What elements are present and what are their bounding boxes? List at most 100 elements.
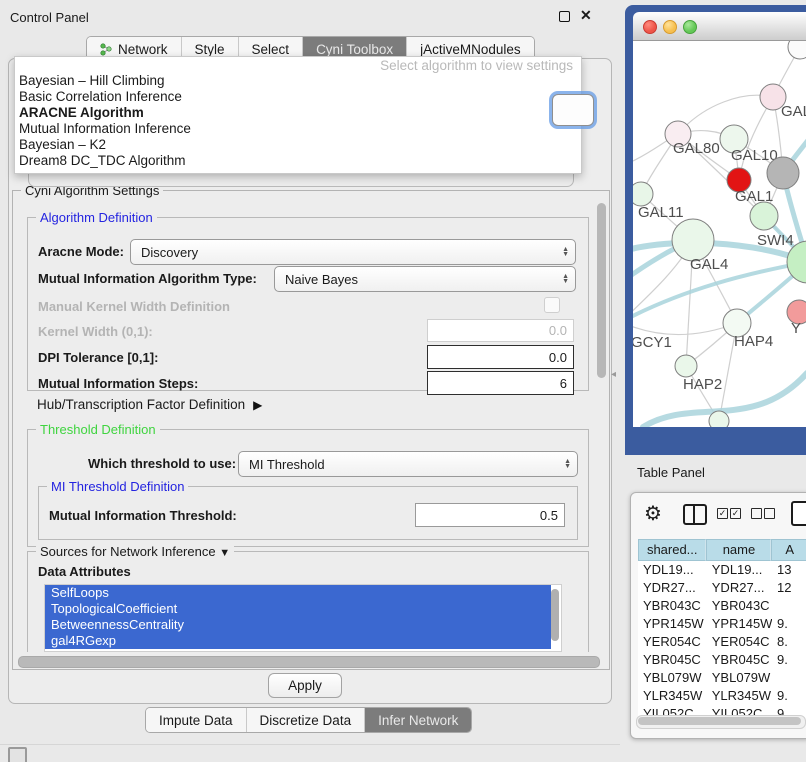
table-column-header[interactable]: shared... (638, 539, 706, 561)
float-panel-icon[interactable] (559, 11, 570, 22)
network-node[interactable] (750, 202, 778, 230)
table-cell (772, 669, 806, 687)
data-attribute-item[interactable]: BetweennessCentrality (45, 617, 551, 633)
mi-steps-input[interactable]: 6 (427, 371, 574, 395)
algorithm-dropdown: Select algorithm to view settings Bayesi… (14, 56, 582, 174)
network-node-label: HAP2 (683, 376, 722, 393)
select-all-checkbox-icon[interactable]: ✓ (717, 508, 728, 519)
data-attribute-item[interactable]: gal4RGexp (45, 633, 551, 649)
algorithm-option[interactable]: Dream8 DC_TDC Algorithm (19, 153, 191, 169)
expand-arrow-icon[interactable]: ▶ (253, 398, 262, 412)
deselect-all-checkbox-icon[interactable] (751, 508, 762, 519)
aracne-mode-label: Aracne Mode: (38, 244, 124, 259)
table-cell: YER054C (707, 633, 772, 651)
mi-type-combo[interactable]: Naive Bayes ▲▼ (274, 266, 576, 292)
hub-section-row[interactable]: Hub/Transcription Factor Definition▶ (37, 397, 262, 412)
network-canvas[interactable]: GALGAL80GAL10GAL1GAL11GAL4SWI4HAP4YGCY1H… (633, 41, 806, 427)
table-cell (772, 597, 806, 615)
mi-threshold-legend: MI Threshold Definition (47, 479, 188, 494)
table-row[interactable]: YPR145WYPR145W9. (638, 615, 806, 633)
network-node[interactable] (633, 182, 653, 206)
table-row[interactable]: YDL19...YDL19...13 (638, 561, 806, 579)
data-attribute-item[interactable]: TopologicalCoefficient (45, 601, 551, 617)
table-cell: YBR045C (638, 651, 707, 669)
table-row[interactable]: YLR345WYLR345W9. (638, 687, 806, 705)
settings-vertical-scrollbar[interactable] (597, 203, 606, 378)
threshold-definition-legend: Threshold Definition (36, 422, 160, 437)
scrollbar-thumb[interactable] (638, 717, 801, 725)
aracne-mode-combo[interactable]: Discovery ▲▼ (130, 239, 576, 265)
table-column-header[interactable]: A (771, 539, 806, 561)
threshold-definition-group: Threshold Definition Which threshold to … (27, 429, 589, 547)
column-layout-icon[interactable] (683, 504, 707, 525)
data-attributes-list: SelfLoopsTopologicalCoefficientBetweenne… (44, 584, 562, 652)
network-node[interactable] (709, 411, 729, 427)
select-all-checkbox-icon[interactable]: ✓ (730, 508, 741, 519)
network-node-label: HAP4 (734, 333, 773, 350)
tab-discretize-data-label: Discretize Data (260, 709, 352, 732)
table-row[interactable]: YBL079WYBL079W (638, 669, 806, 687)
table-cell: YDL19... (707, 561, 772, 579)
table-row[interactable]: YDR27...YDR27...12 (638, 579, 806, 597)
table-cell: 8. (772, 633, 806, 651)
table-row[interactable]: YBR043CYBR043C (638, 597, 806, 615)
network-window-titlebar[interactable] (633, 12, 806, 41)
node-table: shared...nameA YDL19...YDL19...13YDR27..… (638, 539, 806, 723)
network-node-label: GAL (781, 103, 806, 120)
deselect-all-checkbox-icon[interactable] (764, 508, 775, 519)
table-cell: YLR345W (707, 687, 772, 705)
tab-impute-data[interactable]: Impute Data (146, 708, 247, 732)
attribute-list-scrollbar[interactable] (551, 589, 559, 641)
network-window: GALGAL80GAL10GAL1GAL11GAL4SWI4HAP4YGCY1H… (625, 5, 806, 455)
new-table-icon[interactable] (791, 501, 806, 526)
network-node[interactable] (788, 41, 806, 59)
bottom-tabbar: Impute Data Discretize Data Infer Networ… (145, 707, 472, 733)
manual-kernel-checkbox[interactable] (544, 297, 560, 313)
network-node[interactable] (767, 157, 799, 189)
apply-button[interactable]: Apply (268, 673, 342, 698)
network-node-label: SWI4 (757, 232, 794, 249)
table-row[interactable]: YBR045CYBR045C9. (638, 651, 806, 669)
algorithm-option[interactable]: Bayesian – Hill Climbing (19, 73, 191, 89)
panel-dock-icon[interactable] (8, 747, 27, 762)
mi-steps-value: 6 (560, 376, 567, 391)
table-panel-title: Table Panel (637, 465, 705, 480)
tab-infer-network[interactable]: Infer Network (365, 708, 471, 732)
dpi-tolerance-input[interactable]: 0.0 (427, 345, 574, 369)
algorithm-list: Bayesian – Hill ClimbingBasic Correlatio… (19, 73, 191, 169)
panel-splitter-handle[interactable]: ◂ (611, 369, 616, 380)
algorithm-option[interactable]: Basic Correlation Inference (19, 89, 191, 105)
sources-legend-text: Sources for Network Inference (40, 544, 216, 559)
cyni-settings-pane: Cyni Algorithm Settings Algorithm Defini… (12, 190, 610, 670)
minimize-window-button[interactable] (663, 20, 677, 34)
data-attributes-label: Data Attributes (38, 564, 131, 579)
table-horizontal-scrollbar[interactable] (636, 715, 806, 729)
collapse-arrow-icon[interactable]: ▼ (219, 547, 230, 559)
zoom-window-button[interactable] (683, 20, 697, 34)
table-header-row: shared...nameA (638, 539, 806, 561)
network-node-label: GAL11 (638, 204, 684, 221)
algorithm-option[interactable]: ARACNE Algorithm (19, 105, 191, 121)
control-panel-title: Control Panel (10, 10, 89, 25)
mi-threshold-label: Mutual Information Threshold: (49, 508, 237, 523)
tab-discretize-data[interactable]: Discretize Data (247, 708, 366, 732)
algorithm-option[interactable]: Bayesian – K2 (19, 137, 191, 153)
algorithm-definition-group: Algorithm Definition Aracne Mode: Discov… (27, 217, 589, 391)
data-attribute-item[interactable]: SelfLoops (45, 585, 551, 601)
which-threshold-combo[interactable]: MI Threshold ▲▼ (238, 451, 578, 477)
table-row[interactable]: YER054CYER054C8. (638, 633, 806, 651)
table-cell: YDR27... (638, 579, 707, 597)
kernel-width-input[interactable]: 0.0 (427, 319, 574, 342)
algorithm-option[interactable]: Mutual Information Inference (19, 121, 191, 137)
gear-icon[interactable]: ⚙ (644, 501, 662, 526)
mi-threshold-input[interactable]: 0.5 (415, 503, 565, 527)
network-node[interactable] (672, 219, 714, 261)
table-cell: 9. (772, 651, 806, 669)
network-node[interactable] (675, 355, 697, 377)
table-column-header[interactable]: name (706, 539, 771, 561)
settings-horizontal-scrollbar[interactable] (18, 656, 600, 668)
close-window-button[interactable] (643, 20, 657, 34)
focused-side-button[interactable] (552, 94, 594, 126)
table-cell: YLR345W (638, 687, 707, 705)
close-panel-icon[interactable]: ✕ (580, 7, 592, 24)
